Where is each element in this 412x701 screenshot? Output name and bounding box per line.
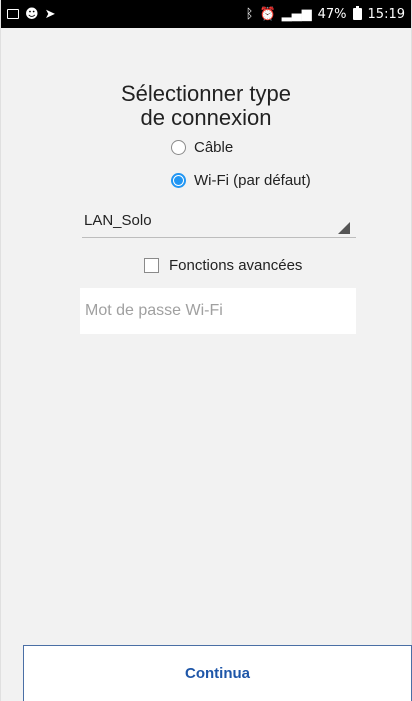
image-icon [7, 9, 19, 19]
page-title: Sélectionner type de connexion [1, 82, 411, 130]
radio-button-wifi[interactable] [171, 173, 186, 188]
advanced-functions-option[interactable]: Fonctions avancées [144, 257, 302, 274]
app-screen: ☻ ➤ ᛒ ⏰ ▂▄▆ 47% 15:19 Sélectionner type … [0, 0, 412, 701]
advanced-functions-label: Fonctions avancées [169, 257, 303, 274]
radio-button-cable[interactable] [171, 140, 186, 155]
radio-option-cable[interactable]: Câble [171, 139, 233, 156]
battery-icon [352, 6, 362, 20]
title-line-1: Sélectionner type [121, 81, 291, 106]
continue-button-label: Continua [185, 665, 250, 682]
continue-button[interactable]: Continua [23, 645, 412, 701]
network-dropdown[interactable]: LAN_Solo [82, 208, 356, 238]
wifi-password-input[interactable]: Mot de passe Wi-Fi [80, 288, 356, 334]
status-right-icons: ᛒ ⏰ ▂▄▆ 47% 15:19 [245, 6, 405, 22]
network-dropdown-value: LAN_Solo [84, 212, 152, 229]
radio-label-wifi: Wi-Fi (par défaut) [194, 172, 311, 189]
title-line-2: de connexion [140, 105, 272, 130]
status-time: 15:19 [367, 6, 405, 22]
send-icon: ➤ [44, 6, 56, 22]
radio-selected-dot [174, 176, 183, 185]
status-bar: ☻ ➤ ᛒ ⏰ ▂▄▆ 47% 15:19 [1, 0, 411, 28]
advanced-functions-checkbox[interactable] [144, 258, 159, 273]
wifi-password-placeholder: Mot de passe Wi-Fi [85, 302, 223, 319]
radio-label-cable: Câble [194, 139, 234, 156]
battery-percent: 47% [317, 6, 347, 22]
signal-icon: ▂▄▆ [281, 6, 312, 22]
alarm-icon: ⏰ [259, 6, 276, 22]
dropdown-arrow-icon [338, 222, 350, 234]
radio-option-wifi[interactable]: Wi-Fi (par défaut) [171, 172, 311, 189]
bluetooth-icon: ᛒ [245, 6, 254, 22]
status-left-icons: ☻ ➤ [7, 7, 55, 22]
notification-face-icon: ☻ [25, 6, 39, 22]
